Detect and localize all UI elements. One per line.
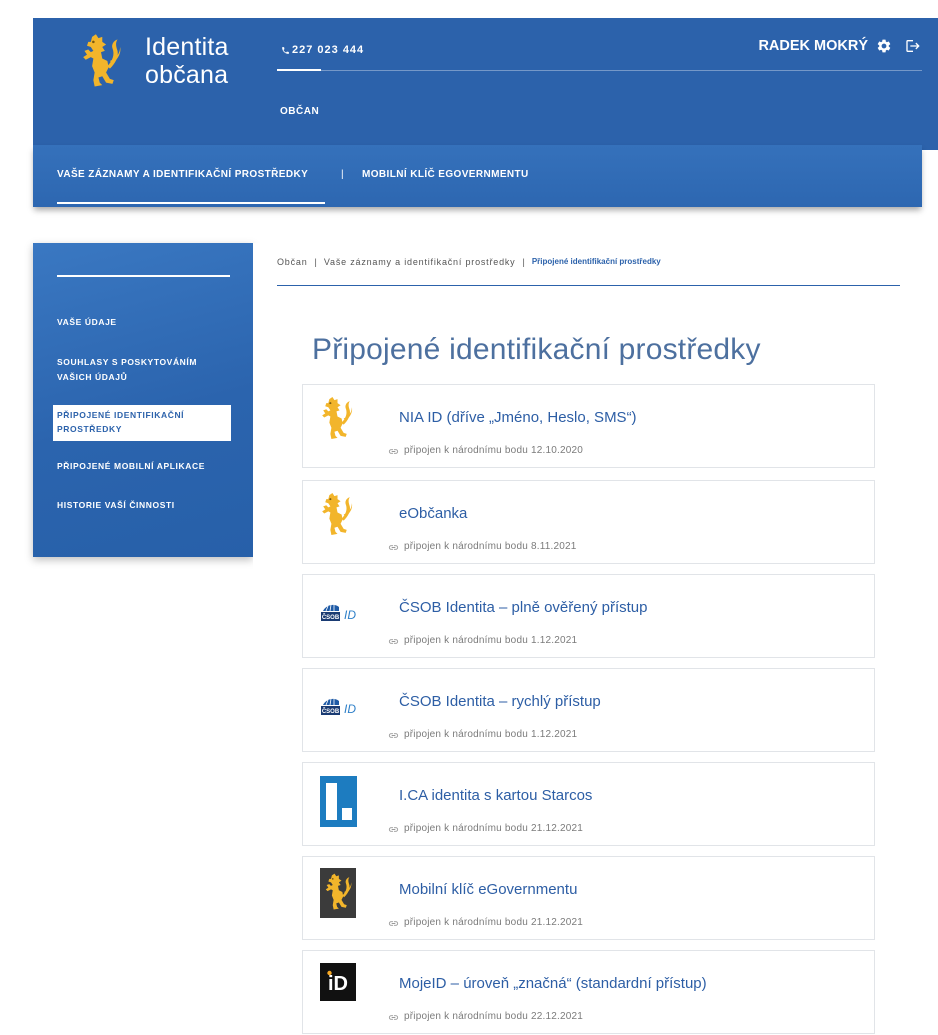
sidebar-item-label: PŘIPOJENÉ MOBILNÍ APLIKACE: [57, 461, 205, 471]
link-icon: [388, 918, 399, 929]
ica-logo: [320, 776, 357, 827]
link-icon: [388, 542, 399, 553]
tab-obcan[interactable]: OBČAN: [280, 106, 319, 118]
provider-card[interactable]: ČSOB ID ČSOB Identita – plně ověřený pří…: [302, 574, 875, 658]
mojeid-logo: iD: [320, 963, 356, 1001]
csob-logo-text: ČSOB: [322, 708, 340, 715]
logout-icon[interactable]: [905, 38, 921, 54]
sidebar-item-consents[interactable]: SOUHLASY S POSKYTOVÁNÍM VAŠICH ÚDAJŮ: [57, 355, 197, 385]
breadcrumb-current: Připojené identifikační prostředky: [531, 257, 661, 266]
breadcrumb-item[interactable]: Občan: [277, 256, 308, 268]
id-logo-text: ID: [344, 702, 356, 716]
breadcrumb: Občan | Vaše záznamy a identifikační pro…: [277, 256, 661, 268]
lion-icon: [320, 492, 353, 537]
provider-status: připojen k národnímu bodu 12.10.2020: [388, 444, 583, 458]
sidebar-item-label: HISTORIE VAŠÍ ČINNOSTI: [57, 500, 175, 510]
provider-card[interactable]: iD MojeID – úroveň „značná“ (standardní …: [302, 950, 875, 1034]
provider-status-text: připojen k národnímu bodu 22.12.2021: [404, 1011, 583, 1022]
breadcrumb-item[interactable]: Vaše záznamy a identifikační prostředky: [324, 256, 516, 268]
provider-card[interactable]: Mobilní klíč eGovernmentu připojen k nár…: [302, 856, 875, 940]
provider-name[interactable]: ČSOB Identita – rychlý přístup: [399, 693, 601, 711]
provider-name[interactable]: NIA ID (dříve „Jméno, Heslo, SMS“): [399, 409, 637, 427]
csob-id-logo: ČSOB ID: [321, 698, 356, 716]
csob-logo-text: ČSOB: [322, 614, 340, 621]
provider-name[interactable]: MojeID – úroveň „značná“ (standardní pří…: [399, 975, 707, 993]
provider-card[interactable]: ČSOB ID ČSOB Identita – rychlý přístup p…: [302, 668, 875, 752]
lion-logo-icon[interactable]: [78, 33, 124, 89]
link-icon: [388, 824, 399, 835]
provider-status: připojen k národnímu bodu 21.12.2021: [388, 822, 583, 836]
provider-card[interactable]: eObčanka připojen k národnímu bodu 8.11.…: [302, 480, 875, 564]
id-logo-text: ID: [344, 608, 356, 622]
provider-card[interactable]: NIA ID (dříve „Jméno, Heslo, SMS“) připo…: [302, 384, 875, 468]
main-content: Občan | Vaše záznamy a identifikační pro…: [253, 243, 922, 1035]
provider-status-text: připojen k národnímu bodu 12.10.2020: [404, 445, 583, 456]
page-title: Připojené identifikační prostředky: [312, 333, 761, 366]
provider-status-text: připojen k národnímu bodu 21.12.2021: [404, 823, 583, 834]
provider-name[interactable]: ČSOB Identita – plně ověřený přístup: [399, 599, 647, 617]
user-name[interactable]: RADEK MOKRÝ: [758, 37, 868, 55]
sidebar-item-your-data[interactable]: VAŠE ÚDAJE: [57, 315, 117, 330]
sidebar-item-label: VAŠICH ÚDAJŮ: [57, 372, 128, 382]
section-nav: VAŠE ZÁZNAMY A IDENTIFIKAČNÍ PROSTŘEDKY …: [33, 145, 922, 207]
provider-name[interactable]: Mobilní klíč eGovernmentu: [399, 881, 577, 899]
provider-status: připojen k národnímu bodu 21.12.2021: [388, 916, 583, 930]
sidebar-item-mobile-apps[interactable]: PŘIPOJENÉ MOBILNÍ APLIKACE: [57, 459, 205, 474]
phone-number[interactable]: 227 023 444: [292, 43, 364, 57]
sidebar: VAŠE ÚDAJE SOUHLASY S POSKYTOVÁNÍM VAŠIC…: [33, 243, 253, 557]
link-icon: [388, 730, 399, 741]
nav-item-records[interactable]: VAŠE ZÁZNAMY A IDENTIFIKAČNÍ PROSTŘEDKY: [57, 169, 308, 181]
brand-name-line2[interactable]: občana: [145, 61, 228, 89]
provider-name[interactable]: I.CA identita s kartou Starcos: [399, 787, 592, 805]
provider-status-text: připojen k národnímu bodu 1.12.2021: [404, 635, 578, 646]
sidebar-divider: [57, 275, 230, 277]
provider-status-text: připojen k národnímu bodu 1.12.2021: [404, 729, 578, 740]
mojeid-logo-text: iD: [328, 973, 348, 995]
provider-status: připojen k národnímu bodu 22.12.2021: [388, 1010, 583, 1024]
sidebar-item-activity-history[interactable]: HISTORIE VAŠÍ ČINNOSTI: [57, 498, 175, 513]
breadcrumb-separator: |: [522, 257, 525, 267]
nav-separator: |: [341, 169, 344, 180]
phone-icon: [282, 47, 289, 54]
header-divider: [277, 70, 922, 71]
sidebar-item-label: PROSTŘEDKY: [57, 424, 123, 434]
header-divider-active: [277, 69, 321, 71]
nav-item-mobile-key[interactable]: MOBILNÍ KLÍČ EGOVERNMENTU: [362, 169, 529, 181]
provider-name[interactable]: eObčanka: [399, 505, 467, 523]
top-header: Identita občana 227 023 444 OBČAN RADEK …: [33, 18, 938, 150]
breadcrumb-divider: [277, 285, 900, 286]
breadcrumb-separator: |: [314, 257, 317, 267]
link-icon: [388, 1012, 399, 1023]
sidebar-item-connected-means[interactable]: PŘIPOJENÉ IDENTIFIKAČNÍ PROSTŘEDKY: [53, 405, 231, 441]
provider-status: připojen k národnímu bodu 1.12.2021: [388, 728, 577, 742]
sidebar-item-label: PŘIPOJENÉ IDENTIFIKAČNÍ: [57, 410, 185, 420]
gear-icon[interactable]: [876, 38, 892, 54]
link-icon: [388, 636, 399, 647]
lion-icon: [320, 396, 353, 441]
link-icon: [388, 446, 399, 457]
provider-status: připojen k národnímu bodu 1.12.2021: [388, 634, 577, 648]
mobile-key-logo: [320, 868, 356, 918]
provider-status-text: připojen k národnímu bodu 8.11.2021: [404, 541, 577, 552]
sidebar-item-label: SOUHLASY S POSKYTOVÁNÍM: [57, 357, 198, 367]
csob-id-logo: ČSOB ID: [321, 604, 356, 622]
brand-name-line1[interactable]: Identita: [145, 33, 229, 61]
sidebar-item-label: VAŠE ÚDAJE: [57, 317, 117, 327]
provider-card[interactable]: I.CA identita s kartou Starcos připojen …: [302, 762, 875, 846]
provider-status: připojen k národnímu bodu 8.11.2021: [388, 540, 577, 554]
provider-status-text: připojen k národnímu bodu 21.12.2021: [404, 917, 583, 928]
nav-active-indicator: [57, 202, 325, 204]
